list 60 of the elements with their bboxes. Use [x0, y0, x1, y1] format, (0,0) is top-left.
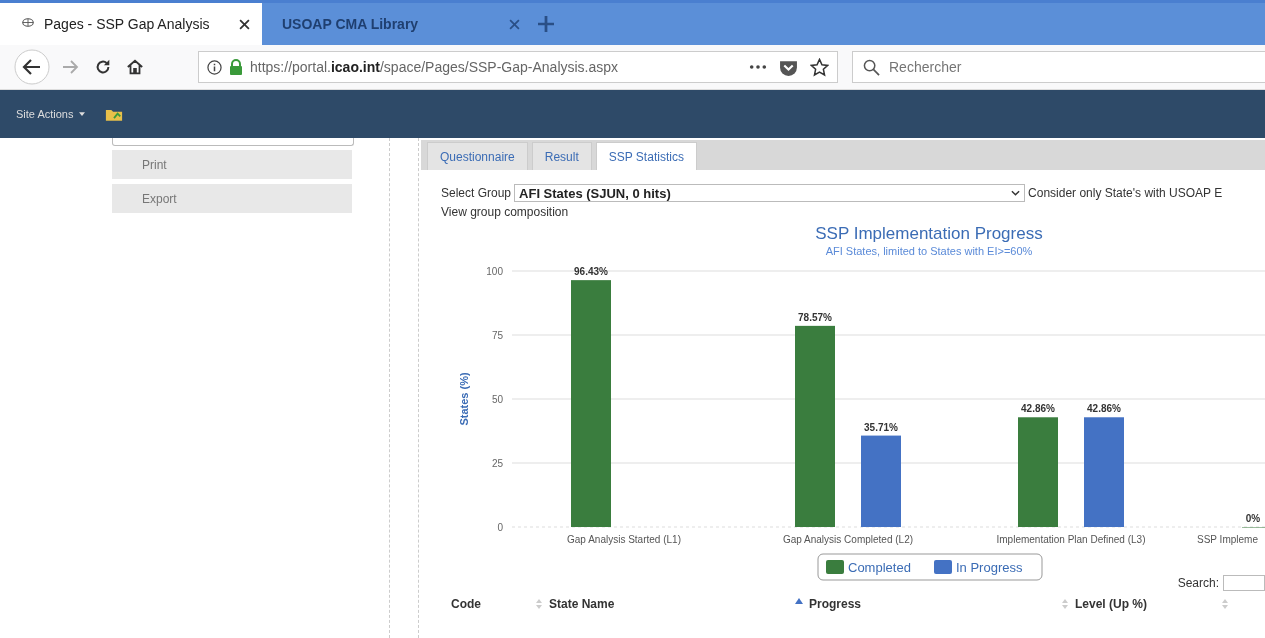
y-tick-label: 50	[491, 394, 503, 405]
page-tab[interactable]: Result	[531, 142, 592, 170]
sort-icon	[1221, 598, 1229, 610]
x-tick-label: SSP Impleme	[1197, 534, 1258, 545]
star-icon[interactable]	[810, 57, 829, 77]
tab-title: Pages - SSP Gap Analysis	[44, 16, 211, 32]
home-icon[interactable]	[126, 58, 144, 76]
caret-icon[interactable]	[79, 112, 86, 116]
sidebar-item[interactable]: Print	[112, 150, 352, 179]
x-tick-label: Gap Analysis Completed (L2)	[782, 534, 914, 545]
column-header[interactable]: Code	[451, 597, 549, 611]
select-group-label: Select Group	[441, 186, 512, 200]
globe-icon	[20, 18, 36, 30]
search-icon	[863, 59, 880, 76]
filter-label: Consider only State's with USOAP E	[1028, 186, 1223, 200]
address-bar[interactable]: https://portal.icao.int/space/Pages/SSP-Gap-Analysis.aspx	[198, 51, 838, 83]
legend-label: Completed	[848, 560, 911, 575]
reload-icon[interactable]	[94, 58, 112, 76]
legend-label: In Progress	[956, 560, 1023, 575]
tab-title: USOAP CMA Library	[282, 16, 420, 32]
search-field[interactable]: Rechercher	[852, 51, 1265, 83]
x-tick-label: Gap Analysis Started (L1)	[567, 534, 681, 545]
column-header[interactable]: State Name	[549, 597, 809, 611]
info-icon[interactable]	[207, 59, 222, 75]
more-icon[interactable]	[749, 64, 767, 70]
site-actions-menu[interactable]: Site Actions	[16, 108, 74, 120]
x-tick-label: Implementation Plan Defined (L3)	[996, 534, 1146, 545]
y-tick-label: 75	[491, 330, 503, 341]
new-tab-icon[interactable]	[538, 16, 554, 32]
lock-icon	[229, 59, 243, 75]
back-icon[interactable]	[14, 49, 50, 85]
close-icon[interactable]	[239, 18, 250, 30]
data-label: 78.57%	[798, 311, 832, 323]
data-label: 96.43%	[574, 266, 608, 278]
sort-icon	[535, 598, 543, 610]
y-tick-label: 100	[486, 266, 503, 277]
y-axis-label: States (%)	[458, 372, 470, 426]
search-label: Search:	[1177, 576, 1219, 590]
column-header[interactable]: Level (Up %)	[1075, 597, 1235, 611]
column-header[interactable]: Progress	[809, 597, 1075, 611]
table-search-field[interactable]	[1223, 575, 1265, 591]
page-tab[interactable]: SSP Statistics	[595, 142, 697, 170]
data-label: 35.71%	[864, 421, 898, 433]
browser-tab[interactable]: Pages - SSP Gap Analysis	[0, 3, 262, 45]
url-text: https://portal.icao.int/space/Pages/SSP-Gap-Analysis.aspx	[250, 59, 619, 75]
chart-subtitle: AFI States, limited to States with EI>=60%	[825, 245, 1033, 257]
chart-title: SSP Implementation Progress	[815, 224, 1043, 243]
y-tick-label: 25	[491, 458, 503, 469]
y-tick-label: 0	[497, 522, 503, 533]
data-label: 42.86%	[1087, 403, 1121, 415]
data-label: 42.86%	[1021, 403, 1055, 415]
page-tab[interactable]: Questionnaire	[427, 142, 528, 170]
chevron-icon	[1011, 190, 1021, 196]
pocket-icon[interactable]	[779, 58, 798, 76]
data-label: 0%	[1245, 513, 1261, 524]
sidebar-item[interactable]: Export	[112, 184, 352, 213]
view-group-link[interactable]: View group composition	[441, 205, 569, 219]
group-select[interactable]: AFI States (SJUN, 0 hits)	[514, 184, 1026, 202]
sort-icon	[1061, 598, 1069, 610]
sidebar-field[interactable]	[112, 138, 354, 146]
